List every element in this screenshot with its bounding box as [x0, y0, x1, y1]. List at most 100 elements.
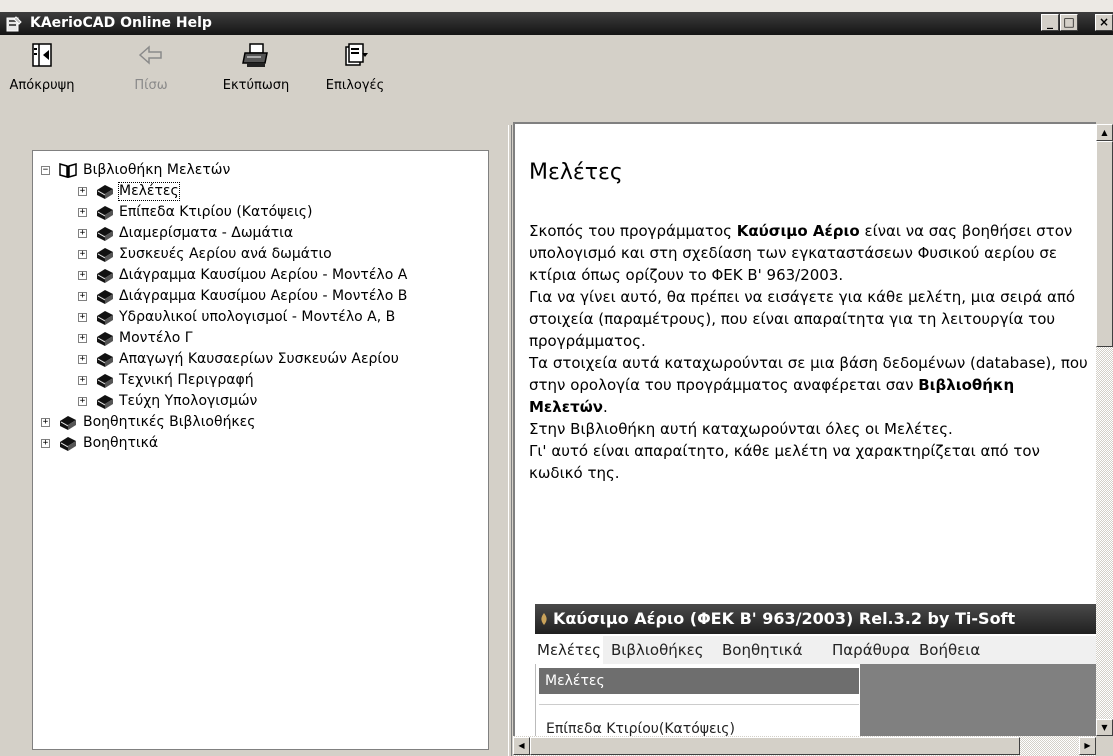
embedded-app-screenshot: Καύσιμο Αέριο (ΦΕΚ Β' 963/2003) Rel.3.2 … [535, 604, 1096, 736]
expand-toggle[interactable]: + [78, 355, 87, 364]
help-book-icon [6, 16, 22, 32]
embedded-dropdown-selected: Μελέτες [539, 668, 859, 694]
scroll-up-button[interactable]: ▲ [1096, 124, 1113, 141]
book-icon [97, 395, 113, 409]
tree-label: Βοηθητικά [83, 435, 159, 451]
paragraph-database: Τα στοιχεία αυτά καταχωρούνται σε μια βά… [529, 354, 1088, 416]
tree-label: Τεύχη Υπολογισμών [119, 393, 258, 409]
expand-toggle[interactable]: + [78, 313, 87, 322]
book-icon [97, 290, 113, 304]
window-title: KAerioCAD Online Help [30, 15, 212, 31]
pane-splitter[interactable] [508, 125, 512, 756]
tree-label: Διαμερίσματα - Δωμάτια [119, 225, 294, 241]
tree-item-root[interactable]: − Βιβλιοθήκη Μελετών [33, 161, 488, 181]
scroll-down-button[interactable]: ▼ [1096, 719, 1113, 736]
minimize-button[interactable]: _ [1041, 14, 1059, 31]
paragraph-code: Γι' αυτό είναι απαραίτητο, κάθε μελέτη ν… [529, 442, 1040, 482]
hide-button[interactable]: Απόκρυψη [2, 41, 82, 93]
expand-toggle[interactable]: + [78, 250, 87, 259]
tree-item-study[interactable]: + Διαμερίσματα - Δωμάτια [33, 224, 488, 244]
expand-toggle[interactable]: + [41, 418, 50, 427]
hide-label: Απόκρυψη [9, 78, 75, 93]
tree-item-study[interactable]: + Μελέτες [33, 182, 488, 202]
expand-toggle[interactable]: + [78, 208, 87, 217]
expand-toggle[interactable]: + [78, 187, 87, 196]
book-icon [60, 416, 76, 430]
paragraph-purpose: Σκοπός του προγράμματος Καύσιμο Αέριο εί… [529, 222, 1073, 284]
tree-label: Επίπεδα Κτιρίου (Κατόψεις) [119, 204, 313, 220]
embedded-separator [539, 704, 859, 705]
printer-icon [242, 43, 268, 67]
tree-item-library[interactable]: + Βοηθητικές Βιβλιοθήκες [33, 413, 488, 433]
book-icon [97, 374, 113, 388]
expand-toggle[interactable]: + [78, 376, 87, 385]
scroll-left-button[interactable]: ◀ [513, 737, 530, 755]
embedded-titlebar: Καύσιμο Αέριο (ΦΕΚ Β' 963/2003) Rel.3.2 … [535, 604, 1096, 634]
tree-item-study[interactable]: + Συσκευές Αερίου ανά δωμάτιο [33, 245, 488, 265]
embedded-dropdown: Μελέτες Επίπεδα Κτιρίου(Κατόψεις) [535, 664, 861, 736]
expand-toggle[interactable]: + [78, 334, 87, 343]
paragraph-library: Στην Βιβλιοθήκη αυτή καταχωρούνται όλες … [529, 420, 953, 438]
embedded-title: Καύσιμο Αέριο (ΦΕΚ Β' 963/2003) Rel.3.2 … [553, 609, 1016, 628]
tree-label: Βιβλιοθήκη Μελετών [83, 162, 231, 178]
embedded-menu-libraries: Βιβλιοθήκες [611, 641, 704, 659]
options-button[interactable]: Επιλογές [315, 41, 395, 93]
vertical-scroll-thumb[interactable] [1096, 141, 1113, 347]
book-icon [97, 269, 113, 283]
embedded-menu-utilities: Βοηθητικά [722, 641, 803, 659]
paragraph-parameters: Για να γίνει αυτό, θα πρέπει να εισάγετε… [529, 288, 1076, 350]
tree-label: Βοηθητικές Βιβλιοθήκες [83, 414, 256, 430]
print-label: Εκτύπωση [222, 78, 290, 93]
tree-item-study[interactable]: + Υδραυλικοί υπολογισμοί - Μοντέλο Α, Β [33, 308, 488, 328]
embedded-menu-studies: Μελέτες [535, 636, 603, 664]
tree-item-study[interactable]: + Τεύχη Υπολογισμών [33, 392, 488, 412]
maximize-button[interactable]: □ [1060, 14, 1078, 31]
hide-icon [32, 43, 52, 67]
collapse-toggle[interactable]: − [41, 166, 50, 175]
horizontal-scroll-thumb[interactable] [530, 737, 1020, 755]
print-button[interactable]: Εκτύπωση [210, 41, 302, 93]
embedded-dropdown-item: Επίπεδα Κτιρίου(Κατόψεις) [546, 721, 735, 736]
topic-body: Σκοπός του προγράμματος Καύσιμο Αέριο εί… [529, 220, 1089, 484]
book-icon [97, 353, 113, 367]
contents-tree[interactable]: − Βιβλιοθήκη Μελετών + Μελέτες + Επίπεδα Κτ… [32, 150, 489, 750]
embedded-workspace [860, 664, 1096, 736]
toolbar: Απόκρυψη Πίσω Εκτύπωση Επιλογές [0, 35, 1113, 122]
close-button[interactable]: × [1095, 14, 1113, 31]
horizontal-scrollbar[interactable]: ◀ ▶ [513, 736, 1096, 756]
scrollbar-corner [1096, 736, 1113, 756]
tree-item-study[interactable]: + Διάγραμμα Καυσίμου Αερίου - Μοντέλο Α [33, 266, 488, 286]
back-label: Πίσω [134, 78, 168, 93]
flame-icon [541, 613, 547, 625]
tree-item-study[interactable]: + Επίπεδα Κτιρίου (Κατόψεις) [33, 203, 488, 223]
tree-label: Διάγραμμα Καυσίμου Αερίου - Μοντέλο Α [119, 267, 408, 283]
tree-item-study[interactable]: + Τεχνική Περιγραφή [33, 371, 488, 391]
tree-item-study[interactable]: + Απαγωγή Καυσαερίων Συσκευών Αερίου [33, 350, 488, 370]
expand-toggle[interactable]: + [78, 397, 87, 406]
tree-label: Μελέτες [118, 182, 180, 201]
book-icon [97, 206, 113, 220]
book-icon [97, 227, 113, 241]
tree-label: Συσκευές Αερίου ανά δωμάτιο [119, 246, 332, 262]
book-icon [97, 332, 113, 346]
scroll-right-button[interactable]: ▶ [1079, 737, 1096, 755]
tree-label: Τεχνική Περιγραφή [119, 372, 254, 388]
embedded-menu-windows: Παράθυρα [832, 641, 910, 659]
tree-item-study[interactable]: + Διάγραμμα Καυσίμου Αερίου - Μοντέλο Β [33, 287, 488, 307]
tree-label: Διάγραμμα Καυσίμου Αερίου - Μοντέλο Β [119, 288, 408, 304]
tree-item-library[interactable]: + Βοηθητικά [33, 434, 488, 454]
book-icon [97, 248, 113, 262]
tree-item-study[interactable]: + Μοντέλο Γ [33, 329, 488, 349]
expand-toggle[interactable]: + [78, 292, 87, 301]
back-button[interactable]: Πίσω [126, 41, 176, 93]
vertical-scrollbar[interactable]: ▲ ▼ [1096, 124, 1113, 736]
options-label: Επιλογές [325, 78, 385, 93]
tree-label: Υδραυλικοί υπολογισμοί - Μοντέλο Α, Β [119, 309, 396, 325]
expand-toggle[interactable]: + [78, 229, 87, 238]
expand-toggle[interactable]: + [41, 439, 50, 448]
expand-toggle[interactable]: + [78, 271, 87, 280]
book-icon [97, 185, 113, 199]
window-titlebar[interactable]: KAerioCAD Online Help _ □ × [0, 12, 1113, 35]
tree-label: Απαγωγή Καυσαερίων Συσκευών Αερίου [119, 351, 399, 367]
options-icon [345, 43, 368, 66]
